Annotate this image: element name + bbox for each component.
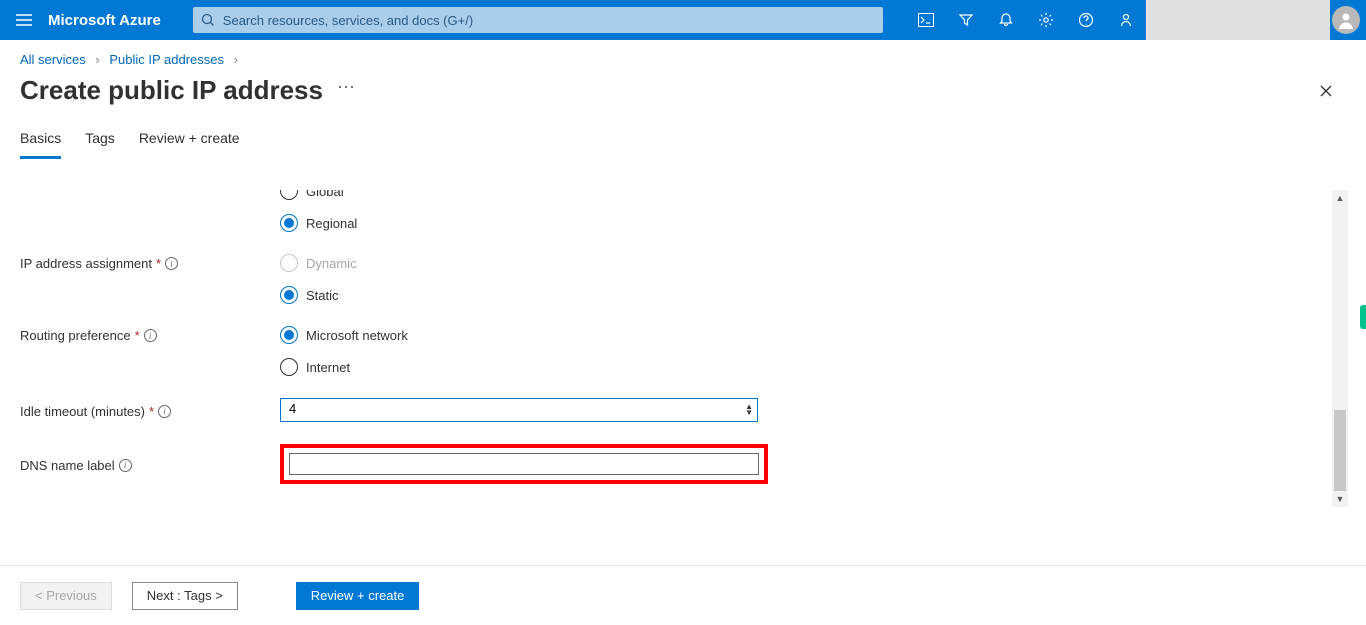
notifications-icon[interactable] — [986, 0, 1026, 40]
tab-basics[interactable]: Basics — [20, 124, 61, 159]
info-icon[interactable]: i — [144, 329, 157, 342]
idle-timeout-value: 4 — [289, 401, 296, 416]
required-asterisk: * — [135, 328, 140, 343]
radio-label: Internet — [306, 360, 350, 375]
radio-routing-microsoft[interactable]: Microsoft network — [280, 326, 760, 344]
dns-name-input[interactable] — [289, 453, 759, 475]
stepper-arrows-icon[interactable]: ▲▼ — [745, 404, 753, 416]
radio-label: Global — [306, 190, 344, 199]
info-icon[interactable]: i — [119, 459, 132, 472]
search-wrap — [193, 7, 883, 33]
settings-gear-icon[interactable] — [1026, 0, 1066, 40]
radio-circle-icon — [280, 190, 298, 200]
radio-circle-icon — [280, 286, 298, 304]
radio-routing-internet[interactable]: Internet — [280, 358, 760, 376]
search-input[interactable] — [193, 7, 883, 33]
radio-label: Dynamic — [306, 256, 357, 271]
title-row: Create public IP address ⋯ — [0, 71, 1366, 124]
label-idle-timeout: Idle timeout (minutes) * i — [20, 402, 280, 419]
info-icon[interactable]: i — [158, 405, 171, 418]
radio-ip-static[interactable]: Static — [280, 286, 760, 304]
review-create-button[interactable]: Review + create — [296, 582, 420, 610]
tab-review-create[interactable]: Review + create — [139, 124, 240, 158]
help-icon[interactable] — [1066, 0, 1106, 40]
more-actions-icon[interactable]: ⋯ — [337, 77, 355, 104]
cloud-shell-icon[interactable] — [906, 0, 946, 40]
top-bar: Microsoft Azure — [0, 0, 1366, 40]
radio-label: Microsoft network — [306, 328, 408, 343]
close-icon[interactable] — [1318, 83, 1334, 99]
radio-circle-icon — [280, 214, 298, 232]
breadcrumb-link[interactable]: Public IP addresses — [109, 52, 224, 67]
scroll-up-icon[interactable]: ▲ — [1332, 190, 1348, 206]
radio-circle-icon — [280, 326, 298, 344]
radio-tier-regional[interactable]: Regional — [280, 214, 760, 232]
radio-label: Static — [306, 288, 339, 303]
radio-ip-dynamic: Dynamic — [280, 254, 760, 272]
feedback-icon[interactable] — [1106, 0, 1146, 40]
side-indicator — [1360, 305, 1366, 329]
radio-tier-global[interactable]: Global — [280, 190, 760, 200]
form-scroll-area: Global Regional IP address assignment * … — [0, 190, 1366, 560]
next-button[interactable]: Next : Tags > — [132, 582, 238, 610]
avatar-icon[interactable] — [1332, 6, 1360, 34]
topbar-right — [906, 0, 1366, 40]
scrollbar[interactable]: ▲ ▼ — [1332, 190, 1348, 507]
label-routing: Routing preference * i — [20, 326, 280, 343]
chevron-right-icon: › — [234, 52, 238, 67]
radio-circle-icon — [280, 358, 298, 376]
tabs: Basics Tags Review + create — [0, 124, 1366, 158]
required-asterisk: * — [156, 256, 161, 271]
brand-label: Microsoft Azure — [48, 12, 193, 29]
idle-timeout-stepper[interactable]: 4 ▲▼ — [280, 398, 758, 422]
account-placeholder[interactable] — [1146, 0, 1330, 40]
breadcrumb-link[interactable]: All services — [20, 52, 86, 67]
page-title: Create public IP address — [20, 75, 323, 106]
chevron-right-icon: › — [95, 52, 99, 67]
footer: < Previous Next : Tags > Review + create — [0, 565, 1366, 625]
scroll-thumb[interactable] — [1334, 410, 1346, 491]
hamburger-menu-icon[interactable] — [0, 0, 48, 40]
dns-highlight-box — [280, 444, 768, 484]
radio-circle-icon — [280, 254, 298, 272]
directory-filter-icon[interactable] — [946, 0, 986, 40]
radio-label: Regional — [306, 216, 357, 231]
label-dns: DNS name label i — [20, 456, 280, 473]
tab-tags[interactable]: Tags — [85, 124, 115, 158]
previous-button: < Previous — [20, 582, 112, 610]
label-ip-assignment: IP address assignment * i — [20, 254, 280, 271]
breadcrumb: All services › Public IP addresses › — [0, 40, 1366, 71]
scroll-down-icon[interactable]: ▼ — [1332, 491, 1348, 507]
required-asterisk: * — [149, 404, 154, 419]
info-icon[interactable]: i — [165, 257, 178, 270]
